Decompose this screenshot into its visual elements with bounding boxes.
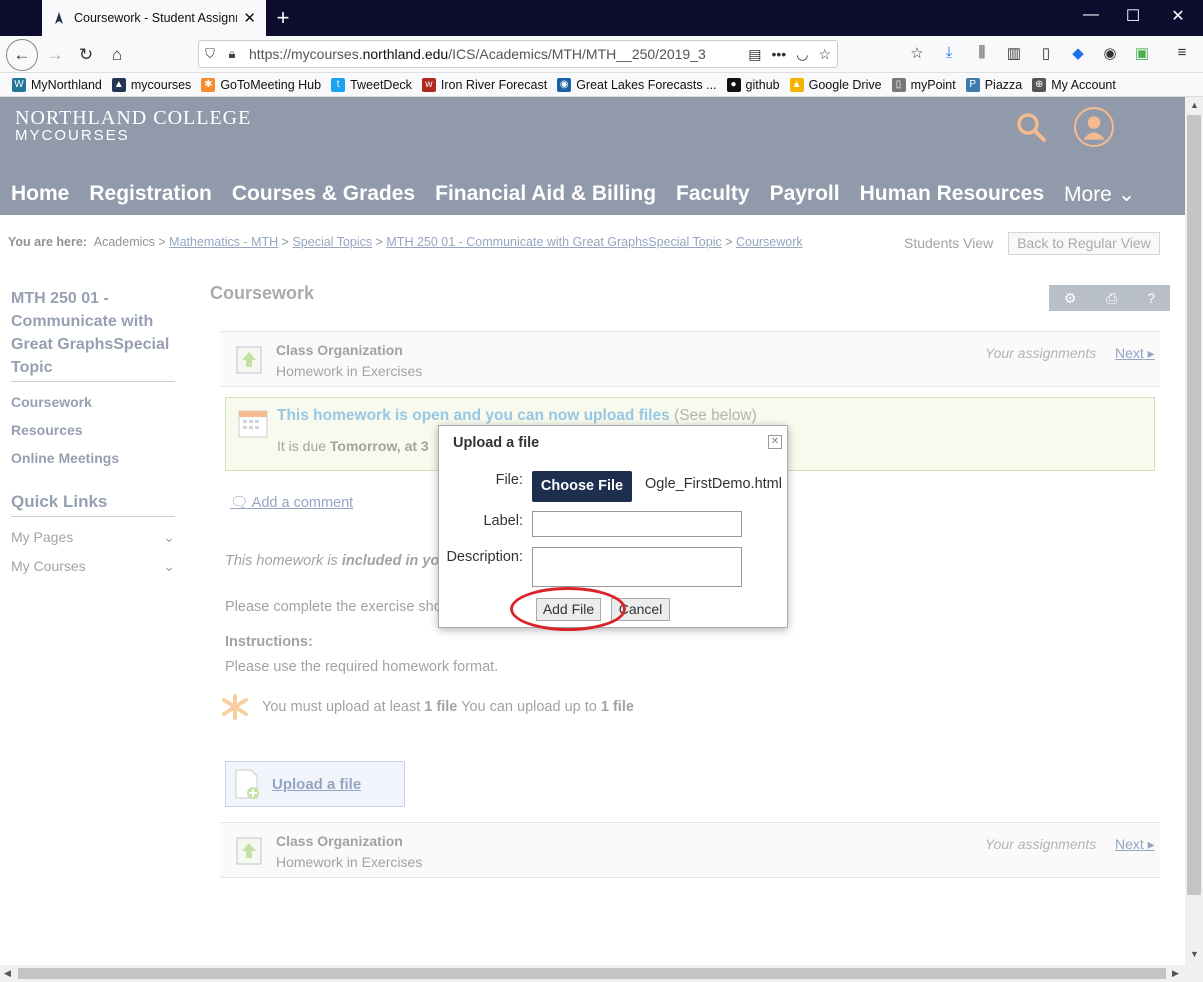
bookmark-label: mycourses: [130, 77, 192, 92]
url-bar[interactable]: ⛉ 🔒︎ https://mycourses.northland.edu/ICS…: [198, 40, 838, 68]
bookmark-label: My Account: [1051, 77, 1116, 92]
pocket-icon[interactable]: ◡: [796, 46, 808, 63]
lock-icon[interactable]: 🔒︎: [221, 46, 243, 62]
globe-icon: ⊕: [1032, 77, 1047, 92]
bookmarks-bar: W MyNorthland ▲ mycourses ✱ GoToMeeting Hub t T…: [0, 73, 1203, 97]
bookmark-item[interactable]: t TweetDeck: [331, 77, 412, 92]
horizontal-scrollbar[interactable]: ◀ ▶: [0, 965, 1203, 982]
reload-icon[interactable]: ↻: [73, 42, 99, 68]
url-prefix: https://mycourses.: [249, 46, 363, 62]
bookmark-item[interactable]: W MyNorthland: [12, 77, 102, 92]
northland-icon: ▲: [111, 77, 126, 92]
forward-icon[interactable]: →: [42, 42, 68, 68]
vertical-scroll-thumb[interactable]: [1187, 115, 1201, 895]
scroll-right-icon[interactable]: ▶: [1172, 968, 1179, 979]
home-icon[interactable]: ⌂: [104, 42, 130, 68]
minimize-icon[interactable]: —: [1079, 6, 1103, 24]
bookmark-label: TweetDeck: [350, 77, 412, 92]
bookmark-label: myPoint: [910, 77, 956, 92]
extension-green-icon[interactable]: ▣: [1132, 44, 1152, 64]
bookmark-label: github: [745, 77, 780, 92]
forecast-icon: w: [421, 77, 436, 92]
url-domain: northland.edu: [362, 46, 449, 62]
bookmark-label: Google Drive: [808, 77, 882, 92]
account-icon[interactable]: ◉: [1100, 44, 1120, 64]
wordpress-icon: W: [12, 77, 26, 92]
new-tab-icon[interactable]: +: [272, 5, 294, 31]
tab-close-icon[interactable]: ✕: [243, 9, 256, 27]
piazza-icon: P: [965, 77, 980, 92]
bookmark-item[interactable]: ▯ myPoint: [891, 77, 956, 92]
dialog-title: Upload a file: [453, 435, 540, 451]
scroll-down-icon[interactable]: ▼: [1190, 949, 1199, 959]
maximize-icon[interactable]: ☐: [1121, 6, 1145, 26]
bookmark-item[interactable]: ◉ Great Lakes Forecasts ...: [557, 77, 717, 92]
library-icon[interactable]: ⫼: [972, 44, 992, 64]
sidebar-icon[interactable]: ▥: [1004, 44, 1024, 64]
noaa-icon: ◉: [557, 77, 572, 92]
bookmarks-star-icon[interactable]: ☆: [907, 44, 927, 64]
scroll-up-icon[interactable]: ▲: [1190, 100, 1199, 110]
drive-icon: ▲: [789, 77, 804, 92]
vertical-scrollbar[interactable]: ▲ ▼: [1185, 97, 1203, 965]
twitter-icon: t: [331, 77, 346, 92]
selected-file-name: Ogle_FirstDemo.html: [645, 476, 782, 492]
bookmark-label: MyNorthland: [31, 77, 102, 92]
gotomeeting-icon: ✱: [201, 77, 216, 92]
reader-view-icon[interactable]: ▤: [748, 46, 761, 63]
back-icon[interactable]: ←: [6, 39, 38, 71]
horizontal-scroll-thumb[interactable]: [18, 968, 1166, 979]
web-page: NORTHLAND COLLEGE MYCOURSES Home Registr…: [0, 97, 1185, 965]
browser-tab-bar: Coursework - Student Assignm ✕ + — ☐ ✕: [0, 0, 1203, 36]
shield-icon[interactable]: ⛉: [199, 46, 221, 62]
url-text[interactable]: https://mycourses.northland.edu/ICS/Acad…: [249, 46, 748, 62]
download-icon[interactable]: ⤓: [939, 44, 959, 64]
scroll-left-icon[interactable]: ◀: [4, 968, 11, 979]
page-icon[interactable]: ▯: [1036, 44, 1056, 64]
bookmark-label: GoToMeeting Hub: [220, 77, 322, 92]
bookmark-item[interactable]: P Piazza: [965, 77, 1023, 92]
page-icon: ▯: [891, 77, 906, 92]
bookmark-item[interactable]: ✱ GoToMeeting Hub: [201, 77, 322, 92]
choose-file-button[interactable]: Choose File: [532, 471, 632, 502]
url-path: /ICS/Academics/MTH/MTH__250/2019_3: [448, 46, 706, 62]
label-input[interactable]: [532, 511, 742, 537]
bookmark-item[interactable]: ▲ mycourses: [111, 77, 192, 92]
tab-title: Coursework - Student Assignm: [74, 11, 238, 25]
github-icon: ●: [726, 77, 741, 92]
bookmark-item[interactable]: ▲ Google Drive: [789, 77, 882, 92]
bookmark-label: Great Lakes Forecasts ...: [576, 77, 717, 92]
bookmark-label: Piazza: [984, 77, 1023, 92]
menu-icon[interactable]: ≡: [1172, 44, 1192, 64]
browser-tab[interactable]: Coursework - Student Assignm ✕: [42, 0, 266, 36]
browser-nav-bar: ← → ↻ ⌂ ⛉ 🔒︎ https://mycourses.northland…: [0, 36, 1203, 73]
label-label: Label:: [483, 513, 523, 529]
window-close-icon[interactable]: ✕: [1166, 6, 1190, 26]
extension-icon[interactable]: ◆: [1068, 44, 1088, 64]
red-highlight-ellipse: [510, 587, 626, 631]
page-actions-icon[interactable]: •••: [772, 46, 787, 63]
file-label: File:: [495, 472, 523, 488]
close-icon[interactable]: ✕: [768, 435, 782, 449]
bookmark-item[interactable]: ● github: [726, 77, 780, 92]
bookmark-label: Iron River Forecast: [440, 77, 548, 92]
description-label: Description:: [446, 549, 523, 565]
bookmark-star-icon[interactable]: ☆: [818, 46, 831, 63]
northland-favicon-icon: [55, 12, 63, 24]
bookmark-item[interactable]: w Iron River Forecast: [421, 77, 548, 92]
bookmark-item[interactable]: ⊕ My Account: [1032, 77, 1116, 92]
description-textarea[interactable]: [532, 547, 742, 587]
